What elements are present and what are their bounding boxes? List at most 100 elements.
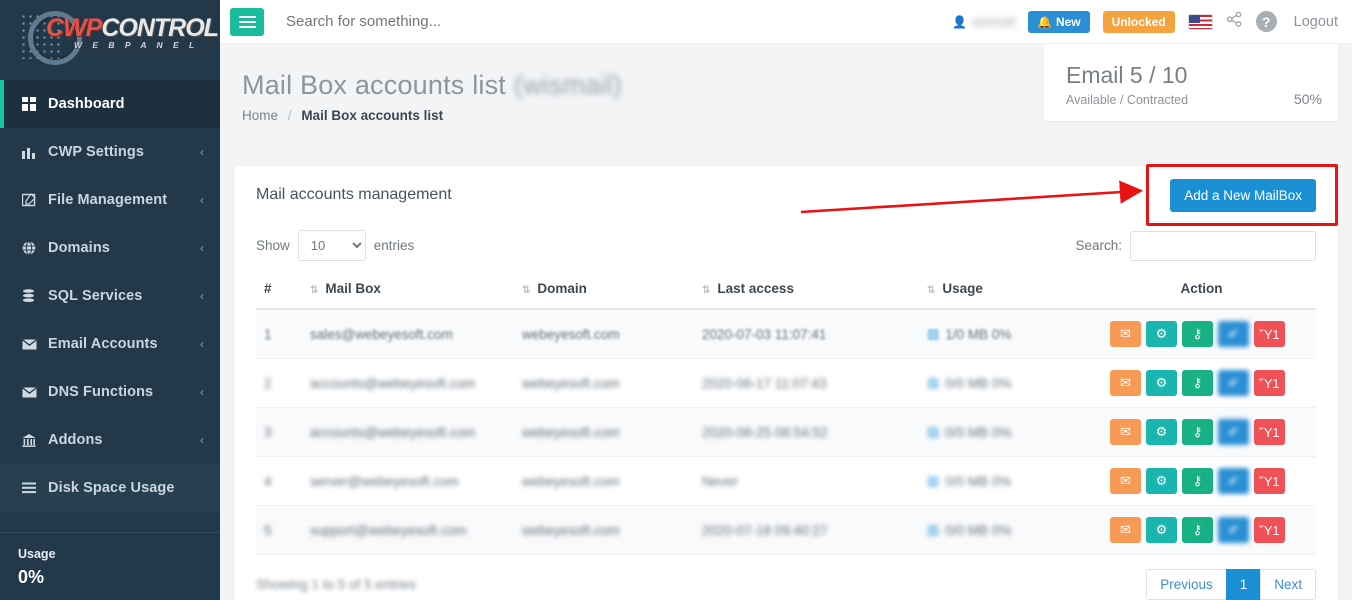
brand-logo[interactable]: CWPCONTROL W E B P A N E L bbox=[0, 0, 220, 76]
sidebar-item-sql-services[interactable]: SQL Services ‹ bbox=[0, 272, 220, 320]
settings-button[interactable]: ⚙ bbox=[1146, 370, 1177, 396]
bank-icon bbox=[22, 433, 48, 447]
question-circle-icon[interactable]: ? bbox=[1255, 11, 1277, 32]
mail-accounts-table: # ⇅ Mail Box ⇅ Domain ⇅ Last access ⇅ Us… bbox=[256, 271, 1316, 555]
cell-domain-text: webeyesoft.com bbox=[522, 375, 620, 391]
page-length-select[interactable]: 10 25 50 100 bbox=[297, 230, 366, 261]
column-label: Domain bbox=[537, 281, 587, 296]
delete-button[interactable]: Ὕ1 bbox=[1254, 517, 1285, 543]
sidebar-item-file-management[interactable]: File Management ‹ bbox=[0, 176, 220, 224]
table-body: 1 sales@webeyesoft.com webeyesoft.com 2020-… bbox=[256, 309, 1316, 555]
logout-button[interactable]: Logout bbox=[1290, 14, 1338, 30]
usage-chart-icon: ▨ bbox=[927, 424, 940, 439]
cell-index: 2 bbox=[256, 358, 302, 408]
password-button[interactable]: ⚷ bbox=[1182, 419, 1213, 445]
pagination-next[interactable]: Next bbox=[1260, 569, 1316, 600]
settings-button[interactable]: ⚙ bbox=[1146, 517, 1177, 543]
sidebar-item-cwp-settings[interactable]: CWP Settings ‹ bbox=[0, 128, 220, 176]
settings-button[interactable]: ⚙ bbox=[1146, 321, 1177, 347]
column-header-domain[interactable]: ⇅ Domain bbox=[514, 271, 694, 310]
password-button[interactable]: ⚷ bbox=[1182, 321, 1213, 347]
grid-icon bbox=[22, 97, 48, 111]
cell-index-text: 3 bbox=[264, 424, 272, 440]
webmail-button[interactable]: ✉ bbox=[1110, 517, 1141, 543]
sidebar-item-dashboard[interactable]: Dashboard bbox=[0, 80, 220, 128]
cwp-control-panel: CWPCONTROL W E B P A N E L Dashboard CWP… bbox=[0, 0, 1352, 600]
cell-domain: webeyesoft.com bbox=[514, 358, 694, 408]
help-glyph: ? bbox=[1261, 13, 1271, 30]
sidebar-item-disk-space-usage[interactable]: Disk Space Usage bbox=[0, 464, 220, 512]
breadcrumb-home[interactable]: Home bbox=[242, 108, 278, 123]
enable-button[interactable]: ✔ bbox=[1218, 419, 1249, 445]
column-header-last-access[interactable]: ⇅ Last access bbox=[694, 271, 919, 310]
cell-mailbox: support@webeyesoft.com bbox=[302, 505, 514, 555]
sidebar-item-label: Disk Space Usage bbox=[48, 480, 175, 496]
chevron-left-icon: ‹ bbox=[200, 241, 204, 255]
quota-sublabel: Available / Contracted bbox=[1066, 93, 1189, 107]
cell-actions: ✉ ⚙ ⚷ ✔ Ὕ1 bbox=[1079, 309, 1316, 359]
sort-icon: ⇅ bbox=[702, 285, 710, 296]
sidebar-item-email-accounts[interactable]: Email Accounts ‹ bbox=[0, 320, 220, 368]
table-search-control: Search: bbox=[1075, 230, 1316, 261]
webmail-button[interactable]: ✉ bbox=[1110, 321, 1141, 347]
enable-button[interactable]: ✔ bbox=[1218, 321, 1249, 347]
cell-last-access-text: 2020-07-18 09:40:27 bbox=[702, 522, 828, 538]
column-header-index[interactable]: # bbox=[256, 271, 302, 310]
hamburger-icon[interactable] bbox=[230, 7, 264, 36]
quota-percent: 50% bbox=[1293, 91, 1322, 107]
cell-index: 1 bbox=[256, 309, 302, 359]
enable-button[interactable]: ✔ bbox=[1218, 370, 1249, 396]
settings-button[interactable]: ⚙ bbox=[1146, 468, 1177, 494]
pagination-previous[interactable]: Previous bbox=[1146, 569, 1227, 600]
sidebar-item-label: SQL Services bbox=[48, 288, 143, 304]
settings-button[interactable]: ⚙ bbox=[1146, 419, 1177, 445]
cell-last-access: 2020-07-18 09:40:27 bbox=[694, 505, 919, 555]
delete-button[interactable]: Ὕ1 bbox=[1254, 419, 1285, 445]
sidebar-item-dns-functions[interactable]: DNS Functions ‹ bbox=[0, 368, 220, 416]
enable-button[interactable]: ✔ bbox=[1218, 468, 1249, 494]
table-search-input[interactable] bbox=[1130, 230, 1316, 261]
password-button[interactable]: ⚷ bbox=[1182, 517, 1213, 543]
user-chip[interactable]: 👤 wismail bbox=[952, 14, 1015, 29]
column-header-mailbox[interactable]: ⇅ Mail Box bbox=[302, 271, 514, 310]
enable-button[interactable]: ✔ bbox=[1218, 517, 1249, 543]
usage-value: 0% bbox=[18, 567, 45, 587]
breadcrumb-separator: / bbox=[287, 108, 292, 123]
webmail-button[interactable]: ✉ bbox=[1110, 419, 1141, 445]
us-flag-icon[interactable] bbox=[1187, 13, 1213, 30]
status-badge[interactable]: Unlocked bbox=[1102, 10, 1175, 33]
sidebar-item-addons[interactable]: Addons ‹ bbox=[0, 416, 220, 464]
share-nodes-icon[interactable] bbox=[1226, 11, 1243, 33]
brand-tagline: W E B P A N E L bbox=[74, 40, 199, 50]
password-button[interactable]: ⚷ bbox=[1182, 370, 1213, 396]
database-icon bbox=[22, 289, 48, 303]
cell-domain: webeyesoft.com bbox=[514, 456, 694, 506]
quota-headline: Email 5 / 10 bbox=[1066, 62, 1188, 88]
cell-mailbox-text: sales@webeyesoft.com bbox=[310, 326, 453, 342]
main-content: 👤 wismail 🔔 New Unlocked ? bbox=[220, 0, 1352, 600]
delete-button[interactable]: Ὕ1 bbox=[1254, 468, 1285, 494]
email-quota-card: Email 5 / 10 Available / Contracted 50% bbox=[1044, 44, 1338, 121]
webmail-button[interactable]: ✉ bbox=[1110, 370, 1141, 396]
cell-usage: ▨ 0/0 MB 0% bbox=[919, 407, 1079, 457]
table-row: 2 accounts@webeyesoft.com webeyesoft.com 20… bbox=[256, 358, 1316, 408]
password-button[interactable]: ⚷ bbox=[1182, 468, 1213, 494]
column-label: # bbox=[264, 281, 272, 296]
table-row: 1 sales@webeyesoft.com webeyesoft.com 2020-… bbox=[256, 309, 1316, 359]
delete-button[interactable]: Ὕ1 bbox=[1254, 321, 1285, 347]
delete-button[interactable]: Ὕ1 bbox=[1254, 370, 1285, 396]
search-input[interactable] bbox=[286, 12, 706, 30]
page-length-control: Show 10 25 50 100 entries bbox=[256, 230, 414, 261]
cell-last-access-text: 2020-07-03 11:07:41 bbox=[702, 326, 827, 342]
usage-chart-icon: ▨ bbox=[927, 375, 940, 390]
new-badge-button[interactable]: 🔔 New bbox=[1027, 10, 1090, 33]
column-label: Usage bbox=[942, 281, 983, 296]
sidebar-item-domains[interactable]: Domains ‹ bbox=[0, 224, 220, 272]
column-header-usage[interactable]: ⇅ Usage bbox=[919, 271, 1079, 310]
add-new-mailbox-button[interactable]: Add a New MailBox bbox=[1170, 178, 1316, 212]
new-badge-label: New bbox=[1055, 14, 1081, 29]
sidebar-nav: Dashboard CWP Settings ‹ File Management… bbox=[0, 80, 220, 512]
cell-last-access-text: 2020-08-25 08:54:52 bbox=[702, 424, 828, 440]
webmail-button[interactable]: ✉ bbox=[1110, 468, 1141, 494]
pagination-page-1[interactable]: 1 bbox=[1225, 569, 1262, 600]
